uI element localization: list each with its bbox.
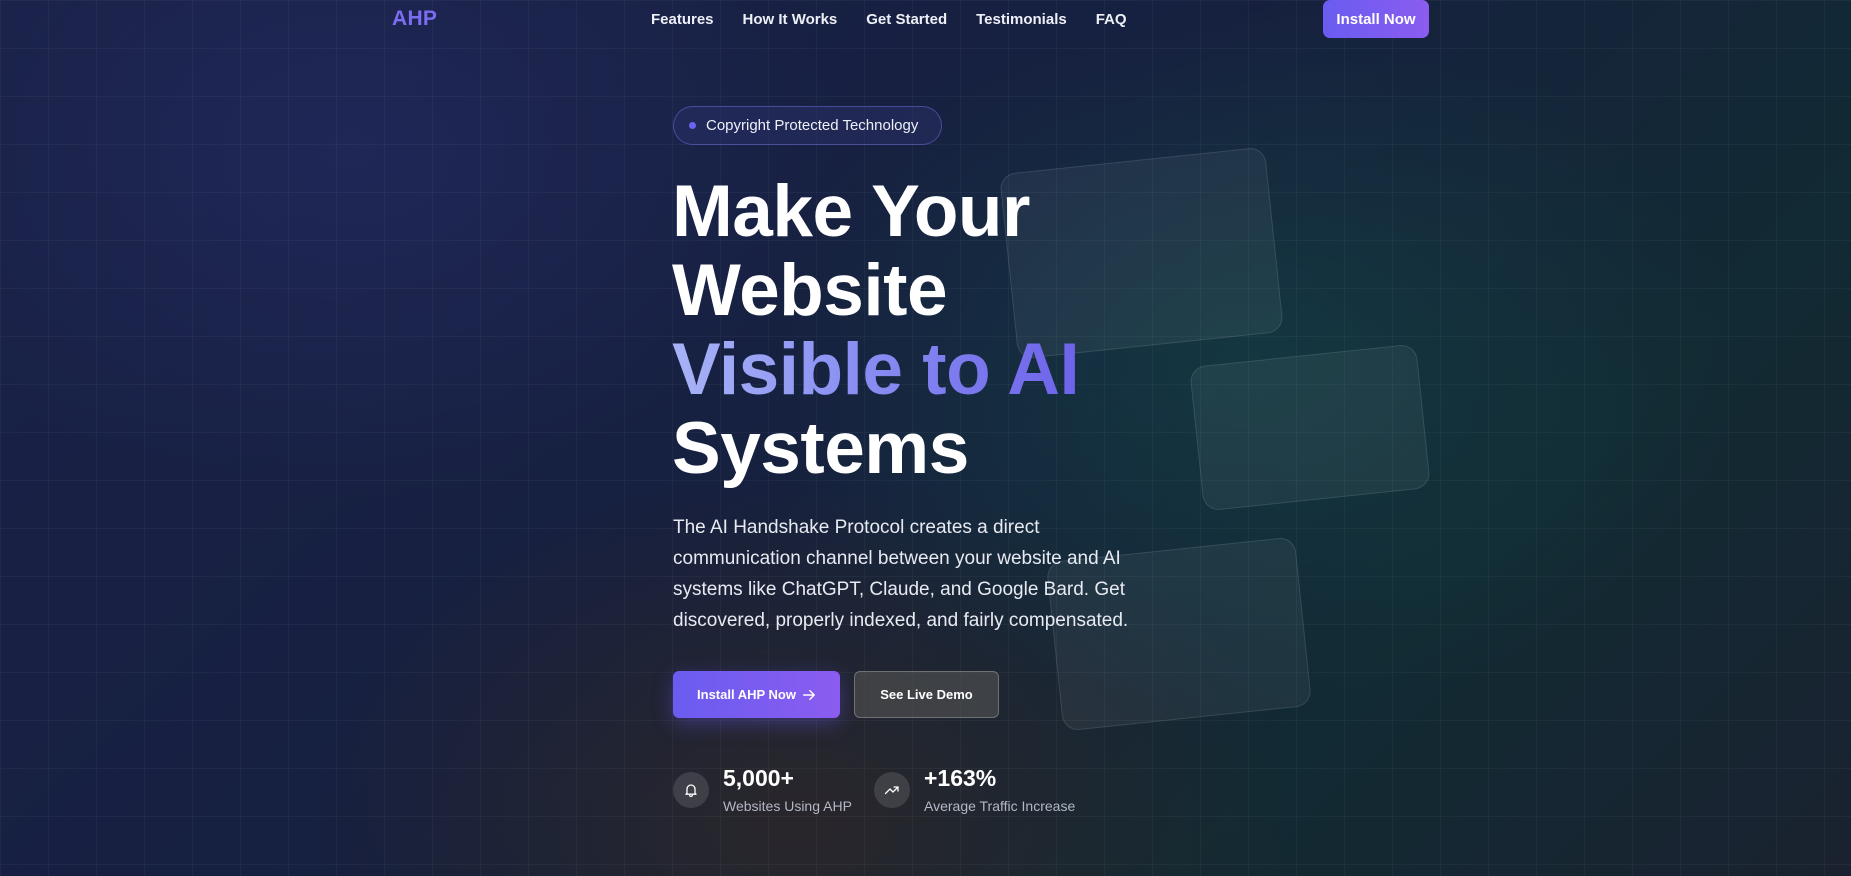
bell-icon xyxy=(673,772,709,808)
arrow-right-icon xyxy=(803,689,815,700)
install-ahp-button[interactable]: Install AHP Now xyxy=(673,671,840,718)
stat-value: 5,000+ xyxy=(723,765,794,791)
stat-text: 5,000+ Websites Using AHP xyxy=(723,765,852,814)
decorative-card xyxy=(1189,343,1431,512)
stat-label: Average Traffic Increase xyxy=(924,798,1076,814)
see-live-demo-button[interactable]: See Live Demo xyxy=(854,671,999,718)
install-now-button[interactable]: Install Now xyxy=(1323,0,1429,38)
stat-text: +163% Average Traffic Increase xyxy=(924,765,1075,814)
nav-link-get-started[interactable]: Get Started xyxy=(866,11,947,28)
hero-badge: Copyright Protected Technology xyxy=(673,106,942,145)
see-live-demo-label: See Live Demo xyxy=(880,687,973,702)
logo[interactable]: AHP xyxy=(392,7,437,31)
stat-label: Websites Using AHP xyxy=(723,798,852,814)
nav-link-features[interactable]: Features xyxy=(651,11,714,28)
badge-label: Copyright Protected Technology xyxy=(706,117,919,134)
nav-link-how-it-works[interactable]: How It Works xyxy=(743,11,838,28)
nav-link-faq[interactable]: FAQ xyxy=(1096,11,1127,28)
top-navigation: AHP Features How It Works Get Started Te… xyxy=(0,0,1851,38)
stat-websites: 5,000+ Websites Using AHP xyxy=(673,765,852,814)
headline-line: Website xyxy=(672,250,948,331)
nav-link-testimonials[interactable]: Testimonials xyxy=(976,11,1067,28)
hero-description: The AI Handshake Protocol creates a dire… xyxy=(673,517,1129,631)
headline-line: Systems xyxy=(672,408,969,489)
headline-accent: Visible to AI xyxy=(672,329,1080,410)
stat-value: +163% xyxy=(924,765,997,791)
trending-up-icon xyxy=(874,772,910,808)
nav-links: Features How It Works Get Started Testim… xyxy=(651,11,1127,28)
hero-headline: Make Your Website Visible to AI Systems xyxy=(672,171,1080,489)
headline-line: Make Your xyxy=(672,171,1030,252)
stat-traffic: +163% Average Traffic Increase xyxy=(874,765,1075,814)
install-ahp-label: Install AHP Now xyxy=(697,687,796,702)
badge-dot-icon xyxy=(689,122,696,129)
